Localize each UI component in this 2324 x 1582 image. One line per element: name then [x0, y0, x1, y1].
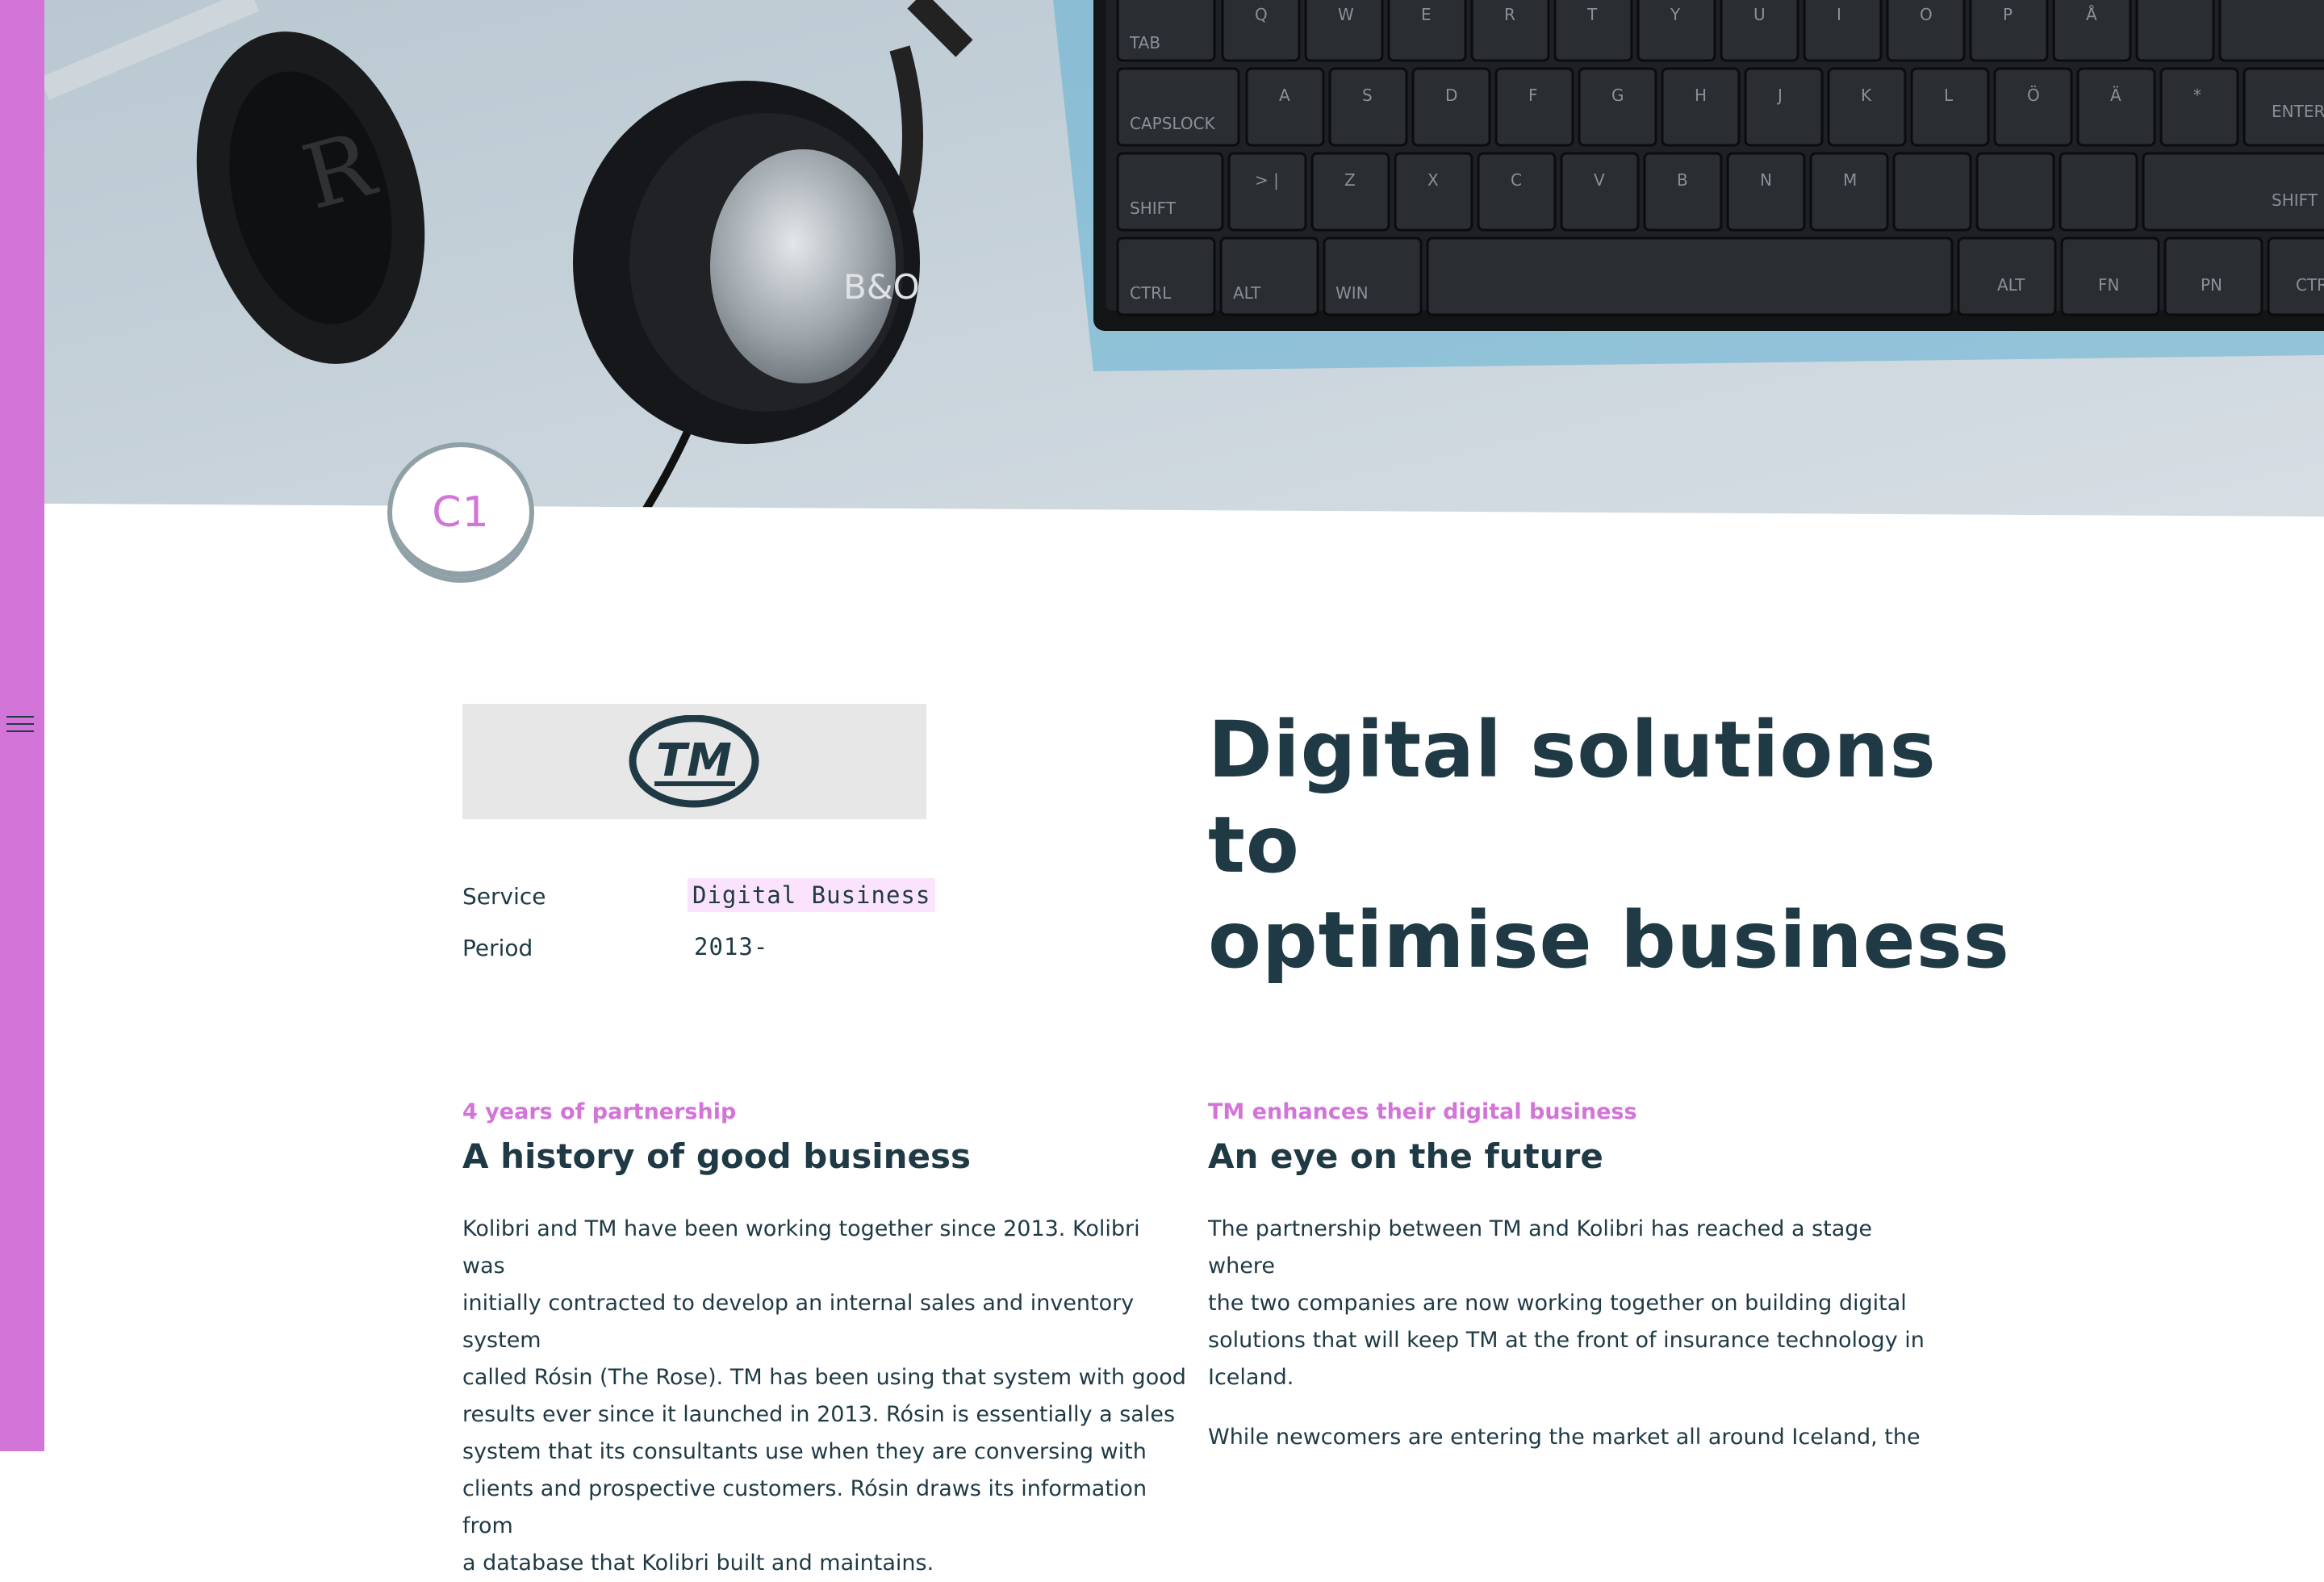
- svg-text:H: H: [1695, 86, 1707, 105]
- left-section-title: A history of good business: [462, 1136, 972, 1176]
- logo-text: TM: [656, 734, 732, 787]
- page-title-line2: optimise business: [1208, 895, 2010, 986]
- svg-text:ALT: ALT: [1997, 275, 2025, 295]
- right-section-body-2: While newcomers are entering the market …: [1208, 1425, 1921, 1450]
- svg-text:U: U: [1753, 5, 1766, 24]
- body-line: called Rósin (The Rose). TM has been usi…: [462, 1365, 1186, 1390]
- svg-text:J: J: [1776, 86, 1783, 105]
- left-section-body: Kolibri and TM have been working togethe…: [462, 1211, 1189, 1582]
- svg-text:L: L: [1944, 86, 1954, 105]
- body-line: system that its consultants use when the…: [462, 1439, 1147, 1464]
- svg-text:Å: Å: [2086, 5, 2097, 24]
- svg-text:TAB: TAB: [1129, 33, 1160, 52]
- service-label: Service: [462, 883, 546, 910]
- svg-text:D: D: [1445, 86, 1457, 105]
- page-title: Digital solutions to optimise business: [1208, 702, 2015, 988]
- svg-text:WIN: WIN: [1335, 283, 1369, 303]
- left-eyebrow: 4 years of partnership: [462, 1099, 737, 1124]
- body-line: results ever since it launched in 2013. …: [462, 1402, 1176, 1427]
- body-line: a database that Kolibri built and mainta…: [462, 1551, 934, 1576]
- svg-text:CAPSLOCK: CAPSLOCK: [1130, 114, 1216, 133]
- hamburger-icon[interactable]: [6, 714, 34, 736]
- hero-image: R B&O TAB Q W E R T Y U I O P Å CAPSLOCK…: [44, 0, 2324, 517]
- body-line: Iceland.: [1208, 1365, 1294, 1390]
- svg-text:FN: FN: [2098, 275, 2119, 295]
- svg-text:K: K: [1861, 86, 1872, 105]
- svg-text:O: O: [1920, 5, 1933, 24]
- svg-text:PN: PN: [2201, 275, 2222, 295]
- svg-text:*: *: [2193, 86, 2201, 105]
- body-line: initially contracted to develop an inter…: [462, 1291, 1135, 1353]
- earcup-logo: B&O: [843, 267, 920, 307]
- svg-text:Q: Q: [1255, 5, 1268, 24]
- svg-text:> |: > |: [1255, 170, 1279, 190]
- badge-text: C1: [432, 488, 490, 537]
- svg-text:I: I: [1837, 5, 1841, 24]
- svg-text:ALT: ALT: [1233, 283, 1261, 303]
- svg-text:ENTER: ENTER: [2272, 102, 2324, 121]
- period-value: 2013-: [694, 933, 769, 960]
- svg-text:V: V: [1594, 170, 1605, 190]
- client-logo: TM: [462, 704, 926, 819]
- svg-text:S: S: [1362, 86, 1373, 105]
- svg-text:SHIFT: SHIFT: [2272, 190, 2318, 210]
- body-line: Kolibri and TM have been working togethe…: [462, 1216, 1140, 1279]
- svg-text:F: F: [1528, 86, 1538, 105]
- right-section-title: An eye on the future: [1208, 1136, 1603, 1176]
- body-line: solutions that will keep TM at the front…: [1208, 1328, 1925, 1353]
- svg-text:M: M: [1843, 170, 1857, 190]
- svg-text:CTRL: CTRL: [1130, 283, 1172, 303]
- svg-text:T: T: [1586, 5, 1598, 24]
- svg-text:G: G: [1611, 86, 1624, 105]
- svg-text:E: E: [1421, 5, 1432, 24]
- page-title-line1: Digital solutions to: [1208, 705, 1937, 890]
- body-line: the two companies are now working togeth…: [1208, 1291, 1907, 1316]
- svg-text:W: W: [1338, 5, 1354, 24]
- svg-text:CTRL: CTRL: [2296, 275, 2324, 295]
- project-badge: C1: [387, 442, 534, 583]
- svg-text:C: C: [1511, 170, 1522, 190]
- svg-text:Y: Y: [1670, 5, 1681, 24]
- svg-text:P: P: [2003, 5, 2013, 24]
- period-label: Period: [462, 935, 533, 961]
- service-value: Digital Business: [688, 878, 936, 912]
- svg-text:A: A: [1279, 86, 1290, 105]
- svg-text:Ö: Ö: [2027, 86, 2040, 105]
- svg-text:X: X: [1427, 170, 1439, 190]
- body-line: clients and prospective customers. Rósin…: [462, 1476, 1147, 1538]
- right-eyebrow: TM enhances their digital business: [1208, 1099, 1637, 1124]
- svg-text:N: N: [1760, 170, 1772, 190]
- svg-text:R: R: [1504, 5, 1515, 24]
- svg-text:SHIFT: SHIFT: [1130, 199, 1177, 218]
- tm-logo-icon: TM: [629, 715, 759, 808]
- sidebar: [0, 0, 44, 1451]
- svg-text:B: B: [1677, 170, 1688, 190]
- svg-text:Z: Z: [1344, 170, 1356, 190]
- right-section-body: The partnership between TM and Kolibri h…: [1208, 1211, 1934, 1396]
- body-line: The partnership between TM and Kolibri h…: [1208, 1216, 1873, 1279]
- svg-text:Ä: Ä: [2110, 86, 2121, 105]
